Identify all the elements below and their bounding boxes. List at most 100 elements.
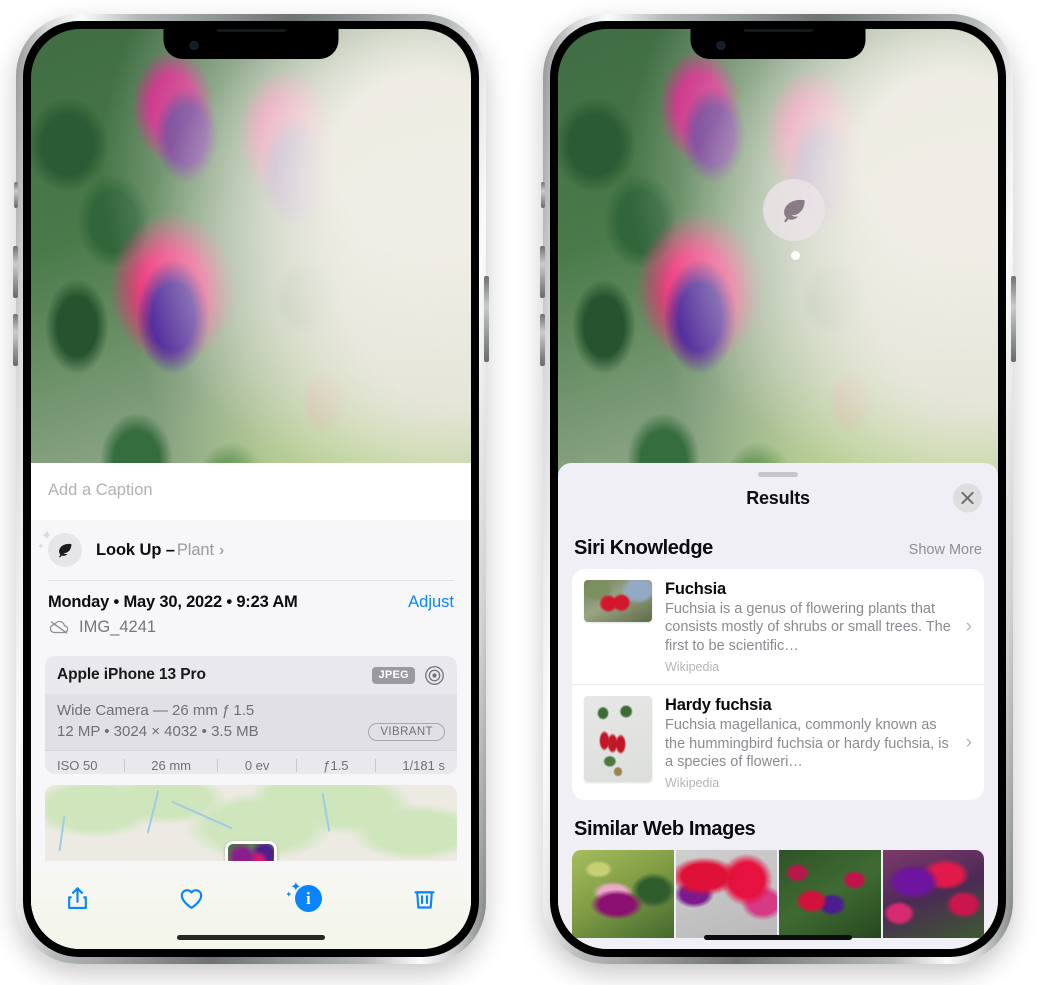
front-camera-icon: [189, 41, 199, 50]
adjust-button[interactable]: Adjust: [408, 593, 454, 612]
camera-card-body: Wide Camera — 26 mm ƒ 1.5 12 MP • 3024 ×…: [45, 693, 457, 750]
trash-icon: [414, 891, 436, 910]
siri-knowledge-header: Siri Knowledge Show More: [558, 519, 998, 569]
map-river: [59, 815, 66, 851]
delete-button[interactable]: [405, 879, 445, 919]
similar-web-images-header: Similar Web Images: [558, 800, 998, 850]
photo-location-map[interactable]: [45, 785, 457, 861]
profile-badge: VIBRANT: [368, 722, 445, 741]
power-button[interactable]: [1011, 276, 1016, 362]
exif-separator: [217, 758, 219, 772]
home-indicator[interactable]: [177, 935, 325, 940]
list-item[interactable]: Fuchsia Fuchsia is a genus of flowering …: [572, 569, 984, 684]
power-button[interactable]: [484, 276, 489, 362]
look-up-row[interactable]: ✦ ✦ Look Up – Plant ›: [31, 520, 471, 580]
image-specs: 12 MP • 3024 × 4032 • 3.5 MB: [57, 723, 259, 741]
exif-iso: ISO 50: [57, 757, 98, 773]
knowledge-title: Fuchsia: [665, 580, 726, 598]
metadata-filename-row: IMG_4241: [48, 618, 454, 637]
knowledge-description: Fuchsia is a genus of flowering plants t…: [665, 601, 951, 654]
show-more-button[interactable]: Show More: [909, 542, 982, 558]
knowledge-body: Fuchsia Fuchsia is a genus of flowering …: [665, 580, 972, 674]
format-badge: JPEG: [372, 666, 415, 684]
photo-metadata-block: Monday • May 30, 2022 • 9:23 AM Adjust I…: [31, 581, 471, 647]
siri-knowledge-card: Fuchsia Fuchsia is a genus of flowering …: [572, 569, 984, 801]
exif-shutter: 1/181 s: [402, 757, 445, 773]
specs-row: 12 MP • 3024 × 4032 • 3.5 MB VIBRANT: [57, 722, 445, 741]
iphone-right-device: Results Siri Knowledge Show More Fuchsia…: [540, 14, 1016, 964]
knowledge-source: Wikipedia: [665, 776, 720, 791]
silent-switch[interactable]: [541, 182, 545, 208]
sparkle-icon-large: ✦: [41, 527, 53, 543]
heart-icon: [180, 889, 203, 910]
visual-lookup-badge[interactable]: [763, 179, 825, 241]
map-river: [321, 792, 331, 833]
volume-up-button[interactable]: [540, 246, 545, 298]
icloud-slash-icon: [49, 621, 69, 635]
photo-pin[interactable]: [225, 841, 277, 861]
chevron-right-icon: ›: [218, 541, 225, 559]
list-item[interactable]: Hardy fuchsia Fuchsia magellanica, commo…: [572, 684, 984, 800]
look-up-icon-wrap: ✦ ✦: [37, 528, 82, 567]
notch: [690, 29, 866, 59]
look-up-subject: Plant: [176, 540, 214, 559]
photo-info-sheet: Add a Caption ✦ ✦ Look Up – Plant › Mond…: [31, 463, 471, 949]
close-icon: [961, 491, 974, 505]
favorite-button[interactable]: [172, 879, 212, 919]
leaf-icon: [784, 199, 805, 223]
aperture-icon: [425, 666, 444, 685]
lens-info: Wide Camera — 26 mm ƒ 1.5: [57, 701, 255, 719]
front-camera-icon: [716, 41, 726, 50]
device-bezel: Add a Caption ✦ ✦ Look Up – Plant › Mond…: [23, 21, 479, 957]
exif-focal: 26 mm: [151, 757, 192, 773]
left-screen: Add a Caption ✦ ✦ Look Up – Plant › Mond…: [31, 29, 471, 949]
camera-card-header-right: JPEG: [372, 665, 445, 686]
exif-separator: [374, 758, 376, 772]
chevron-right-icon: ›: [965, 731, 972, 753]
share-button[interactable]: [57, 879, 97, 919]
volume-down-button[interactable]: [540, 314, 545, 366]
sparkle-icon-small: ✦: [37, 541, 45, 551]
knowledge-description: Fuchsia magellanica, commonly known as t…: [665, 717, 949, 771]
map-river: [146, 790, 160, 834]
exif-exposure: 0 ev: [244, 757, 270, 773]
hardy-fuchsia-specimen-thumb: [584, 696, 652, 783]
iphone-left-device: Add a Caption ✦ ✦ Look Up – Plant › Mond…: [13, 14, 489, 964]
visual-lookup-anchor-dot: [791, 251, 800, 260]
exif-aperture: ƒ1.5: [323, 757, 349, 773]
caption-input[interactable]: Add a Caption: [31, 463, 471, 520]
info-button[interactable]: ✦ ✦ i: [285, 879, 330, 919]
metadata-date-row: Monday • May 30, 2022 • 9:23 AM Adjust: [48, 593, 454, 612]
results-header: Results: [558, 477, 998, 519]
camera-card-header: Apple iPhone 13 Pro JPEG: [45, 656, 457, 694]
file-name: IMG_4241: [79, 617, 157, 636]
leaf-icon: [48, 533, 82, 567]
section-title-siri-knowledge: Siri Knowledge: [574, 537, 713, 559]
similar-image-1[interactable]: [572, 850, 674, 939]
results-sheet: Results Siri Knowledge Show More Fuchsia…: [558, 463, 998, 949]
device-bezel: Results Siri Knowledge Show More Fuchsia…: [550, 21, 1006, 957]
knowledge-body: Hardy fuchsia Fuchsia magellanica, commo…: [665, 696, 972, 790]
volume-up-button[interactable]: [13, 246, 18, 298]
sparkle-icon-small: ✦: [285, 889, 293, 899]
map-river: [171, 800, 233, 830]
screenshot-canvas: Add a Caption ✦ ✦ Look Up – Plant › Mond…: [0, 0, 1055, 985]
earpiece-speaker: [743, 29, 813, 32]
knowledge-source: Wikipedia: [665, 660, 720, 675]
knowledge-title: Hardy fuchsia: [665, 696, 772, 715]
look-up-label: Look Up – Plant ›: [96, 541, 224, 560]
section-title-similar-web-images: Similar Web Images: [574, 818, 756, 841]
similar-image-3[interactable]: [779, 850, 881, 939]
similar-image-2[interactable]: [675, 850, 777, 939]
similar-image-4[interactable]: [882, 850, 984, 939]
page-title: Results: [746, 487, 810, 508]
silent-switch[interactable]: [14, 182, 18, 208]
home-indicator[interactable]: [704, 935, 852, 940]
capture-date: Monday • May 30, 2022 • 9:23 AM: [48, 592, 298, 611]
camera-info-card[interactable]: Apple iPhone 13 Pro JPEG Wide Camera — 2…: [45, 655, 457, 775]
notch: [163, 29, 339, 59]
volume-down-button[interactable]: [13, 314, 18, 366]
exif-separator: [295, 758, 297, 772]
close-button[interactable]: [953, 483, 982, 513]
earpiece-speaker: [216, 29, 286, 32]
